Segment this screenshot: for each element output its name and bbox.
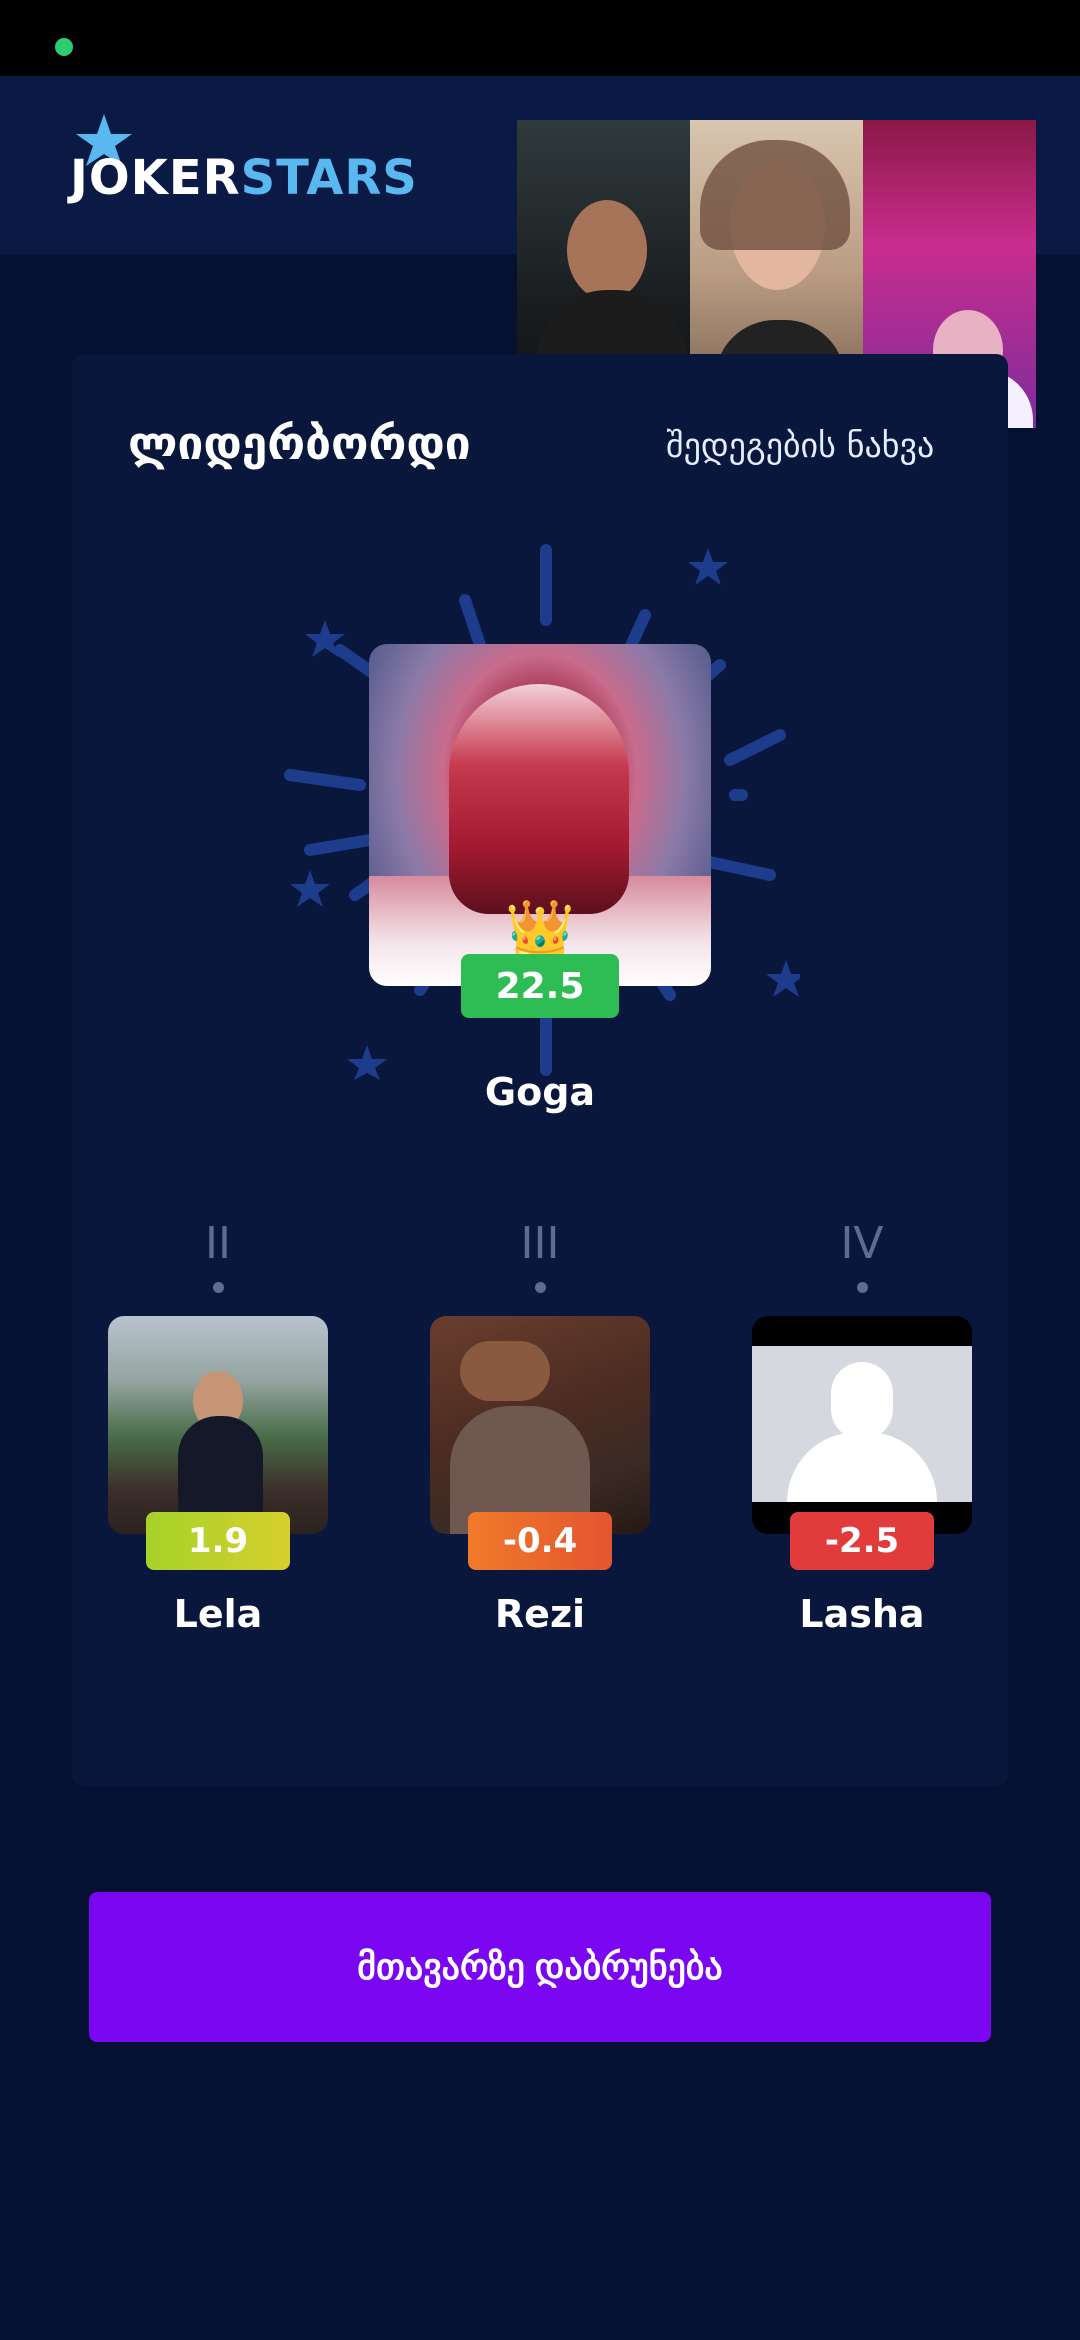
player-avatar-lasha[interactable] [752,1316,972,1534]
winner-score-badge: 22.5 [461,954,619,1018]
player-avatar-lela[interactable] [108,1316,328,1534]
rank-label-3: III [520,1218,560,1269]
default-avatar-placeholder-icon [752,1346,972,1502]
player-score-badge-rezi: -0.4 [468,1512,612,1570]
recording-indicator-dot [55,38,73,56]
leaderboard-title: ლიდერბორდი [128,416,471,470]
player-name-rezi: Rezi [494,1592,586,1636]
winner-name: Goga [484,1070,596,1114]
rank-dot [213,1282,224,1293]
back-to-main-button[interactable]: მთავარზე დაბრუნება [89,1892,991,2042]
player-score-badge-lasha: -2.5 [790,1512,934,1570]
status-bar [0,0,1080,76]
rank-label-4: IV [840,1218,884,1269]
player-name-lasha: Lasha [799,1592,925,1636]
rank-dot [535,1282,546,1293]
player-score-badge-lela: 1.9 [146,1512,290,1570]
jokerstars-logo[interactable]: JOKERSTARS [70,150,418,206]
view-results-link[interactable]: შედეგების ნახვა [666,426,934,466]
player-name-lela: Lela [173,1592,263,1636]
rank-dot [857,1282,868,1293]
crown-icon: 👑 [505,897,575,962]
rank-label-2: II [205,1218,231,1269]
logo-joker-text: JOKER [70,150,241,206]
logo-stars-text: STARS [240,150,418,206]
player-avatar-rezi[interactable] [430,1316,650,1534]
